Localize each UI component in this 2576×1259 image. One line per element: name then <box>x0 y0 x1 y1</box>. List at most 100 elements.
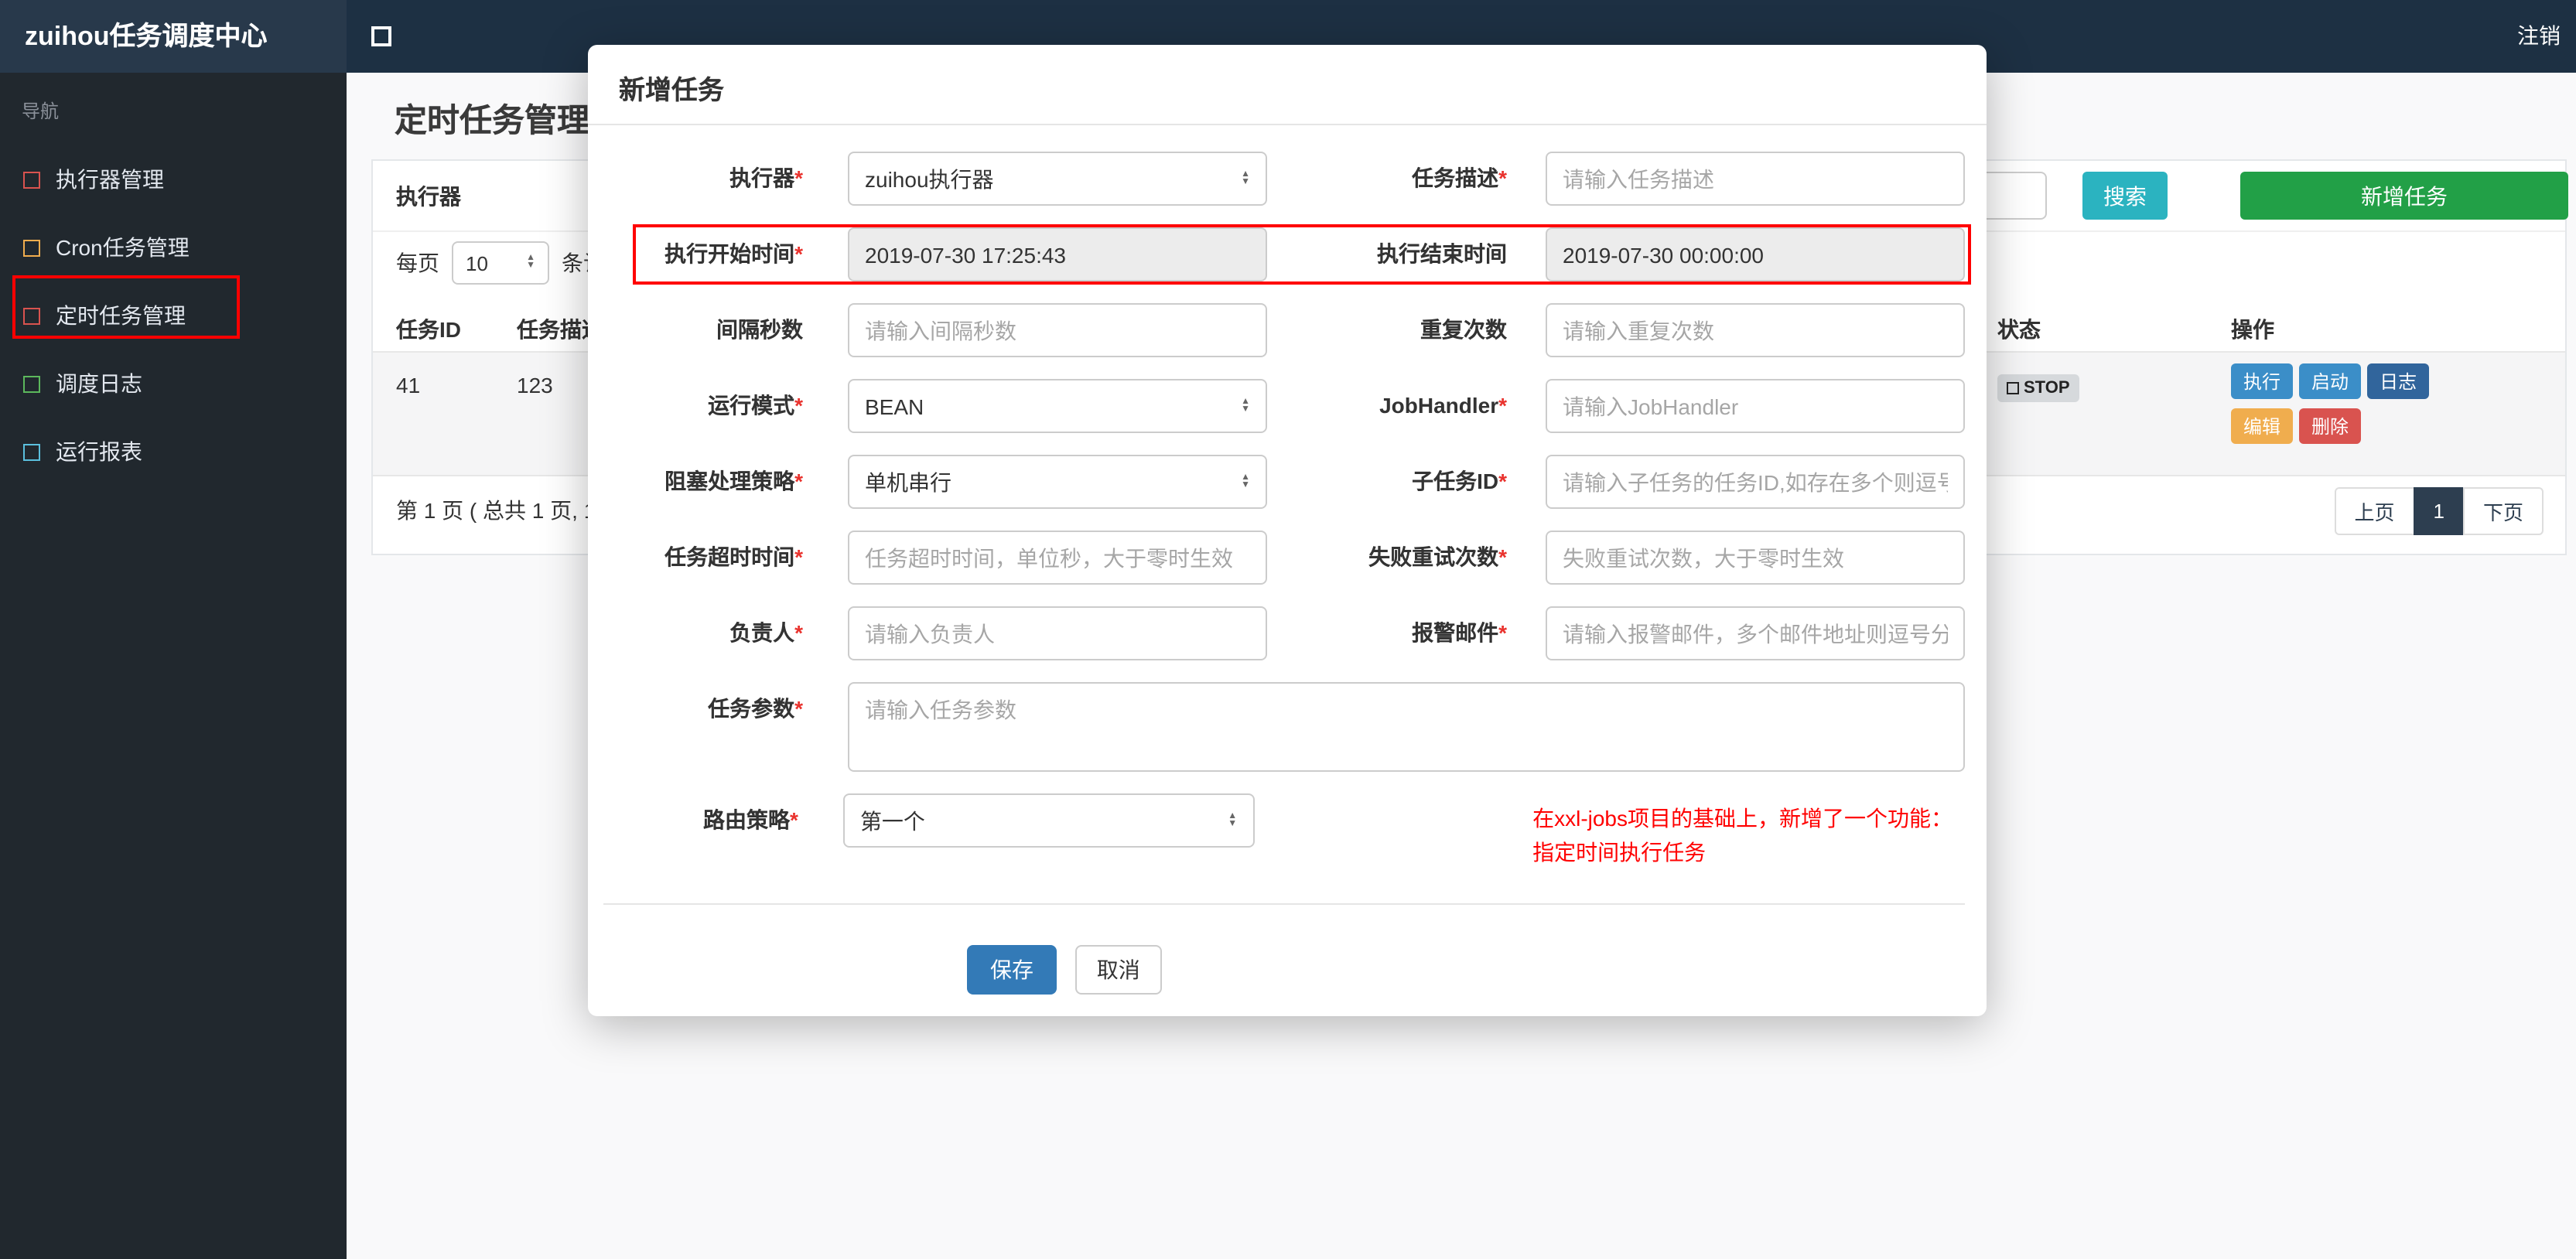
square-icon <box>2007 382 2019 394</box>
cancel-button[interactable]: 取消 <box>1074 945 1162 995</box>
header-actions: 操作 <box>2231 317 2274 342</box>
end-time-label: 执行结束时间 <box>1377 241 1507 266</box>
executor-filter-label: 执行器 <box>396 184 461 209</box>
executor-label: 执行器* <box>729 165 803 190</box>
sidebar-item-label: 运行报表 <box>56 439 142 464</box>
next-page-button[interactable]: 下页 <box>2462 487 2544 535</box>
sidebar-item-label: Cron任务管理 <box>56 235 190 260</box>
log-button[interactable]: 日志 <box>2367 363 2430 399</box>
run-mode-select-value: BEAN <box>865 394 924 418</box>
jobhandler-input[interactable] <box>1546 379 1965 433</box>
add-task-modal: 新增任务 执行器* zuihou执行器 ▲▼ 任务描述* 执行开始时间* 执行结… <box>588 45 1987 1016</box>
square-icon <box>23 443 40 460</box>
cell-actions: 执行 启动 日志 编辑 删除 <box>2228 353 2565 475</box>
job-param-textarea[interactable] <box>848 682 1965 772</box>
alarm-email-input[interactable] <box>1546 606 1965 660</box>
interval-label: 间隔秒数 <box>716 317 803 342</box>
block-strategy-select[interactable]: 单机串行 ▲ ▼ <box>848 455 1267 509</box>
interval-input[interactable] <box>848 303 1267 357</box>
sidebar-item-label: 调度日志 <box>56 371 142 396</box>
header-task-id: 任务ID <box>396 317 461 342</box>
select-arrows-icon: ▲ ▼ <box>1241 397 1250 414</box>
route-strategy-label: 路由策略* <box>703 807 798 832</box>
alarm-email-label: 报警邮件* <box>1412 620 1507 645</box>
form-row: 间隔秒数 重复次数 <box>588 303 1987 357</box>
prev-page-button[interactable]: 上页 <box>2334 487 2415 535</box>
pagination: 上页 1 下页 <box>2334 487 2544 535</box>
logout-link[interactable]: 注销 <box>2508 0 2570 73</box>
block-strategy-label: 阻塞处理策略* <box>664 469 803 493</box>
executor-select-value: zuihou执行器 <box>865 166 994 191</box>
select-arrows-icon: ▲ ▼ <box>1241 169 1250 186</box>
retry-count-label: 失败重试次数* <box>1368 544 1507 569</box>
block-strategy-select-value: 单机串行 <box>865 469 951 494</box>
form-row: 运行模式* BEAN ▲ ▼ JobHandler* <box>588 379 1987 433</box>
owner-label: 负责人* <box>729 620 803 645</box>
edit-button[interactable]: 编辑 <box>2231 408 2294 444</box>
executor-select[interactable]: zuihou执行器 ▲ ▼ <box>848 152 1267 206</box>
sidebar-item-timed-task-management[interactable]: 定时任务管理 <box>0 281 347 350</box>
status-badge: STOP <box>1997 374 2079 402</box>
per-page-value: 10 <box>466 251 488 275</box>
owner-input[interactable] <box>848 606 1267 660</box>
header-status: 状态 <box>1997 317 2041 342</box>
sidebar-item-dispatch-log[interactable]: 调度日志 <box>0 350 347 418</box>
repeat-count-input[interactable] <box>1546 303 1965 357</box>
form-row: 执行开始时间* 执行结束时间 <box>588 227 1987 281</box>
timeout-label: 任务超时时间* <box>664 544 803 569</box>
execute-button[interactable]: 执行 <box>2231 363 2294 399</box>
form-row: 执行器* zuihou执行器 ▲ ▼ 任务描述* <box>588 152 1987 206</box>
modal-footer: 保存 取消 <box>588 905 1987 995</box>
repeat-count-label: 重复次数 <box>1420 317 1507 342</box>
sidebar-item-run-report[interactable]: 运行报表 <box>0 418 347 486</box>
feature-note: 在xxl-jobs项目的基础上，新增了一个功能： 指定时间执行任务 <box>1532 806 1953 865</box>
per-page-select[interactable]: 10 ▲ ▼ <box>452 241 549 285</box>
sidebar-item-label: 定时任务管理 <box>56 303 186 328</box>
timeout-input[interactable] <box>848 531 1267 585</box>
task-desc-label: 任务描述* <box>1412 165 1507 190</box>
app-root: zuihou任务调度中心 注销 导航 执行器管理 Cron任务管理 定时任务管理… <box>0 0 2576 1259</box>
end-time-input[interactable] <box>1546 227 1965 281</box>
status-text: STOP <box>2024 379 2070 397</box>
jobhandler-label: JobHandler* <box>1379 393 1507 418</box>
search-button[interactable]: 搜索 <box>2082 172 2168 220</box>
square-icon <box>23 239 40 256</box>
form-row: 任务参数* <box>588 682 1987 772</box>
page-title: 定时任务管理 <box>395 104 589 139</box>
save-button[interactable]: 保存 <box>967 945 1057 995</box>
delete-button[interactable]: 删除 <box>2299 408 2362 444</box>
cell-status: STOP <box>1994 353 2228 475</box>
route-strategy-select[interactable]: 第一个 ▲ ▼ <box>842 793 1255 848</box>
square-icon <box>23 375 40 392</box>
cell-task-id: 41 <box>396 373 421 397</box>
start-time-label: 执行开始时间* <box>664 241 803 266</box>
sidebar: 导航 执行器管理 Cron任务管理 定时任务管理 调度日志 运行报表 <box>0 73 347 1259</box>
select-arrows-icon: ▲ ▼ <box>1241 473 1250 490</box>
modal-header: 新增任务 <box>588 45 1987 125</box>
start-button[interactable]: 启动 <box>2299 363 2362 399</box>
form-row: 任务超时时间* 失败重试次数* <box>588 531 1987 585</box>
per-page-prefix: 每页 <box>396 251 439 275</box>
child-jobid-input[interactable] <box>1546 455 1965 509</box>
start-time-input[interactable] <box>848 227 1267 281</box>
child-jobid-label: 子任务ID* <box>1412 469 1507 493</box>
square-icon <box>23 307 40 324</box>
sidebar-item-label: 执行器管理 <box>56 167 164 192</box>
run-mode-select[interactable]: BEAN ▲ ▼ <box>848 379 1267 433</box>
sidebar-item-executor-management[interactable]: 执行器管理 <box>0 145 347 213</box>
select-arrows-icon: ▲ ▼ <box>1228 811 1238 828</box>
square-icon <box>23 171 40 188</box>
pagination-summary: 第 1 页 ( 总共 1 页, 1 <box>396 498 596 523</box>
select-arrows-icon: ▲ ▼ <box>526 254 535 271</box>
sidebar-toggle-icon[interactable] <box>371 26 391 46</box>
form-row: 负责人* 报警邮件* <box>588 606 1987 660</box>
current-page-button[interactable]: 1 <box>2413 487 2465 535</box>
form-row: 路由策略* 第一个 ▲ ▼ 在xxl-jobs项目的基础上，新增了一个功能： 指定… <box>588 793 1987 869</box>
sidebar-item-cron-task-management[interactable]: Cron任务管理 <box>0 213 347 281</box>
run-mode-label: 运行模式* <box>708 393 803 418</box>
brand-title[interactable]: zuihou任务调度中心 <box>0 0 347 73</box>
add-task-button[interactable]: 新增任务 <box>2240 172 2568 220</box>
retry-count-input[interactable] <box>1546 531 1965 585</box>
modal-title: 新增任务 <box>619 76 724 105</box>
task-desc-input[interactable] <box>1546 152 1965 206</box>
